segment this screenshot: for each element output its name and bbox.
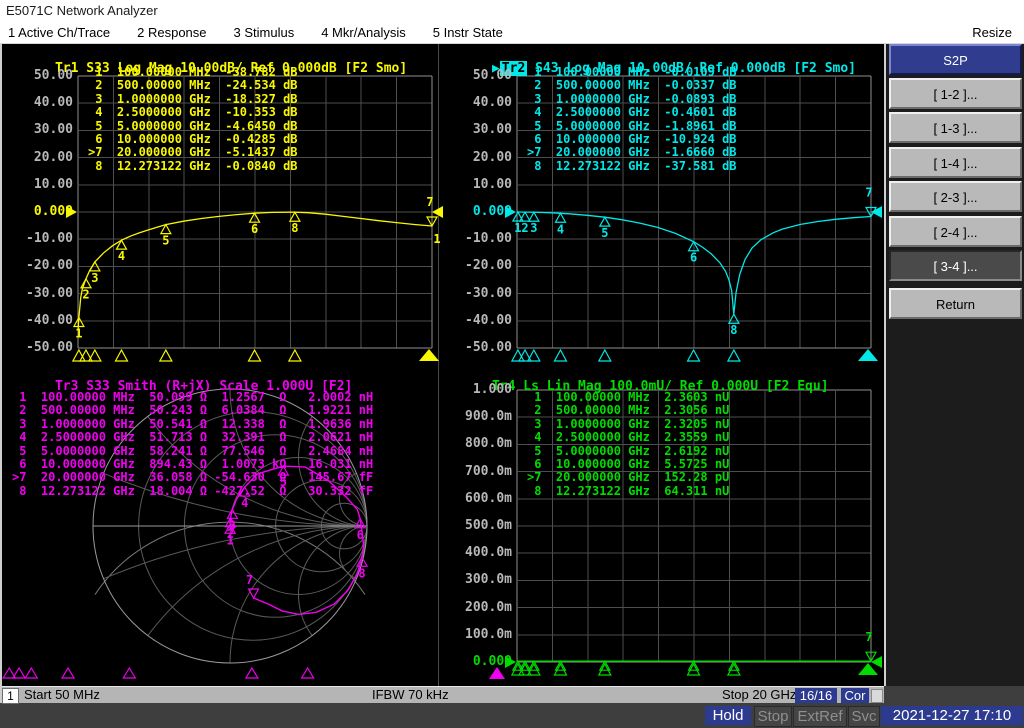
points-badge: 16/16 [795,688,837,703]
screen-left-edge [0,44,2,703]
marker-stimulus-icon [289,350,301,361]
extref-indicator: ExtRef [793,706,847,727]
active-marker-stimulus-icon [489,667,505,679]
status-bar: 1 Start 50 MHz IFBW 70 kHz Stop 20 GHz 1… [0,686,884,703]
marker-stimulus-icon [554,350,566,361]
marker-stimulus-icon [160,350,172,361]
active-marker-stimulus-icon [858,663,878,675]
marker-stimulus-icon [115,350,127,361]
hold-indicator: Hold [705,706,751,725]
marker-number-label: 3 [229,518,236,532]
marker-stimulus-icon [123,668,135,678]
marker-stimulus-icon [249,350,261,361]
softkey-button-3-4[interactable]: [ 3-4 ]... [889,250,1022,281]
datetime-display: 2021-12-27 17:10 [881,706,1023,725]
marker-number-label: 1 [433,232,440,246]
marker-stimulus-icon [688,350,700,361]
panel-tr3-smith: 12345678 [3,389,505,679]
marker-number-label: 1 [75,326,82,340]
active-marker-stimulus-icon [419,349,439,361]
marker-triangle-icon [290,212,300,221]
stop-indicator: Stop [754,706,792,727]
marker-number-label: 6 [357,528,364,542]
marker-triangle-icon [600,217,610,226]
marker-stimulus-icon [62,668,74,678]
panel-tr1: 123456781 [66,76,443,361]
softkey-button-1-4[interactable]: [ 1-4 ]... [889,147,1022,178]
status-end-box [871,689,883,703]
ref-level-left-icon [505,656,516,668]
ref-level-right-icon [432,206,443,218]
marker-triangle-icon [529,212,539,221]
marker-number-label: 8 [730,323,737,337]
panel-tr2: 12345678 [505,76,882,361]
start-frequency-label: Start 50 MHz [24,687,100,703]
marker-stimulus-icon [302,668,314,678]
softkey-header: S2P [889,44,1022,75]
marker-triangle-icon [116,240,126,249]
marker-triangle-icon [555,213,565,222]
marker-number-label: 8 [358,566,365,580]
marker-number-label: 4 [118,249,125,263]
marker-number-label: 3 [530,221,537,235]
stop-frequency-label: Stop 20 GHz [722,687,796,703]
marker-number-label: 3 [91,271,98,285]
softkey-button-2-3[interactable]: [ 2-3 ]... [889,181,1022,212]
marker-number-label: 4 [241,496,248,510]
marker-triangle-icon [689,661,699,670]
marker-triangle-icon [600,661,610,670]
marker-number-label: 7 [426,195,433,209]
softkey-menu: S2P[ 1-2 ]...[ 1-3 ]... [ 1-4 ]...[ 2-3 ]… [884,44,1024,686]
softkey-button-2-4[interactable]: [ 2-4 ]... [889,216,1022,247]
bottom-zone: 1 Start 50 MHz IFBW 70 kHz Stop 20 GHz 1… [0,686,1024,728]
svc-indicator: Svc [848,706,880,727]
e5071c-screen: E5071C Network Analyzer 1 Active Ch/Trac… [0,0,1024,728]
marker-number-label: 6 [690,251,697,265]
marker-triangle-icon [529,661,539,670]
marker-stimulus-icon [25,668,37,678]
marker-number-label: 5 [280,475,287,489]
marker-number-label: 5 [601,226,608,240]
marker7-triangle-icon [249,589,259,598]
softkey-button-1-2[interactable]: [ 1-2 ]... [889,78,1022,109]
marker-number-label: 5 [162,234,169,248]
marker-number-label: 4 [557,222,564,236]
marker-number-label: 2 [521,221,528,235]
marker-number-label: 6 [251,222,258,236]
marker-number-label: 7 [865,630,872,644]
marker-stimulus-icon [599,350,611,361]
marker-stimulus-icon [246,668,258,678]
marker-stimulus-icon [728,350,740,361]
marker-number-label: 7 [865,186,872,200]
correction-badge: Cor [841,688,869,703]
channel-number-badge: 1 [2,688,19,704]
marker-number-label: 7 [246,573,253,587]
marker-triangle-icon [729,314,739,323]
ref-level-left-icon [505,206,516,218]
softkey-button-return[interactable]: Return [889,288,1022,319]
plots-svg: 12345678112345678712345678 [0,0,1024,728]
marker-number-label: 2 [82,288,89,302]
marker-triangle-icon [520,212,530,221]
marker-triangle-icon [555,661,565,670]
marker-number-label: 8 [291,221,298,235]
instrument-status-bar: Hold Stop ExtRef Svc 2021-12-27 17:10 [0,703,1024,728]
active-marker-stimulus-icon [858,349,878,361]
panel-tr4: 7 [505,390,882,675]
ifbw-label: IFBW 70 kHz [372,687,449,703]
softkey-button-1-3[interactable]: [ 1-3 ]... [889,112,1022,143]
marker-triangle-icon [729,661,739,670]
ref-level-left-icon [66,206,77,218]
